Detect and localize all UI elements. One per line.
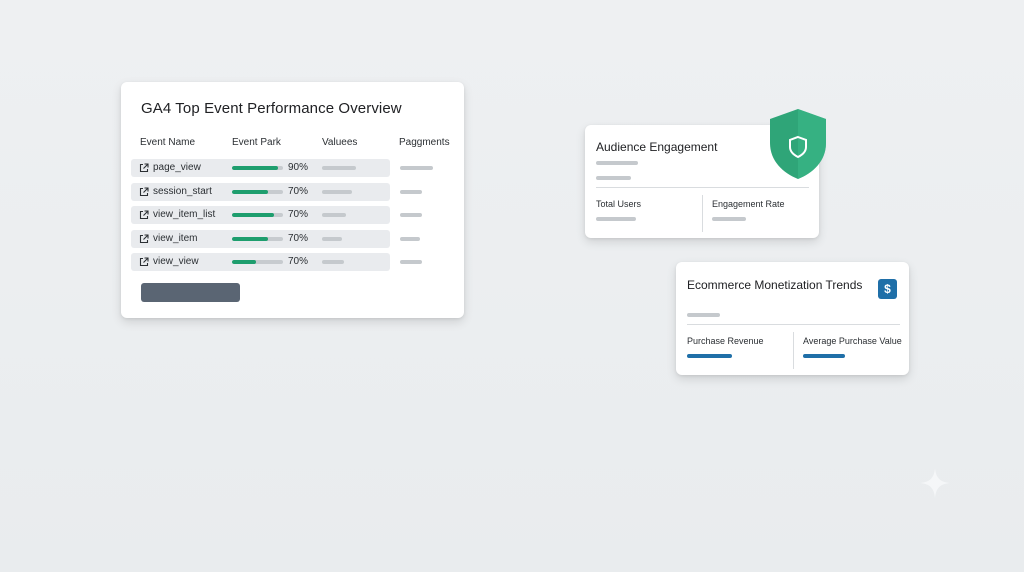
divider	[793, 332, 794, 369]
event-park-bar-fill	[232, 166, 278, 170]
header-valuees: Valuees	[322, 137, 358, 148]
event-park-bar-fill	[232, 189, 268, 194]
average-purchase-value-bar	[803, 354, 845, 358]
total-users-value-placeholder	[596, 217, 636, 221]
engagement-rate-label: Engagement Rate	[712, 199, 785, 209]
event-name: page_view	[153, 162, 201, 173]
paggment-placeholder	[400, 213, 422, 217]
value-placeholder	[322, 260, 344, 264]
external-link-icon[interactable]	[139, 257, 149, 267]
event-performance-title: GA4 Top Event Performance Overview	[141, 100, 402, 117]
placeholder-line	[596, 176, 631, 180]
event-park-percent: 90%	[288, 162, 309, 173]
event-park-bar	[232, 189, 283, 194]
event-park-percent: 70%	[288, 232, 309, 244]
event-park-percent: 70%	[288, 185, 309, 197]
paggment-placeholder	[400, 260, 422, 264]
event-park-bar-fill	[232, 236, 268, 241]
event-name: view_view	[153, 256, 199, 267]
event-name: view_item	[153, 232, 198, 244]
event-park-percent: 70%	[288, 209, 309, 220]
event-park-bar-fill	[232, 260, 256, 264]
external-link-icon[interactable]	[139, 210, 149, 220]
table-row[interactable]: view_view 70%	[131, 253, 451, 271]
action-button[interactable]	[141, 283, 240, 302]
purchase-revenue-value-bar	[687, 354, 732, 358]
table-row[interactable]: view_item_list 70%	[131, 206, 451, 224]
external-link-icon[interactable]	[139, 233, 149, 244]
average-purchase-value-label: Average Purchase Value	[803, 336, 902, 346]
divider	[687, 324, 900, 325]
table-row[interactable]: view_item 70%	[131, 229, 451, 248]
shield-icon	[770, 109, 826, 179]
event-park-bar	[232, 260, 283, 264]
ecommerce-monetization-card: Ecommerce Monetization Trends $ Purchase…	[676, 262, 909, 375]
event-park-bar	[232, 166, 283, 170]
purchase-revenue-label: Purchase Revenue	[687, 336, 764, 346]
value-placeholder	[322, 166, 356, 170]
value-placeholder	[322, 236, 342, 241]
event-name: view_item_list	[153, 209, 216, 220]
event-park-bar-fill	[232, 213, 274, 217]
header-event-park: Event Park	[232, 137, 281, 148]
sparkle-icon	[920, 468, 950, 498]
table-header: Event Name Event Park Valuees Paggments	[121, 137, 464, 151]
header-paggments: Paggments	[399, 137, 450, 148]
page: GA4 Top Event Performance Overview Event…	[0, 0, 1024, 572]
paggment-placeholder	[400, 189, 422, 194]
engagement-rate-value-placeholder	[712, 217, 746, 221]
audience-title: Audience Engagement	[596, 140, 718, 154]
value-placeholder	[322, 189, 352, 194]
event-name: session_start	[153, 185, 212, 197]
external-link-icon[interactable]	[139, 186, 149, 197]
placeholder-line	[596, 161, 638, 165]
table-row[interactable]: page_view 90%	[131, 159, 451, 177]
event-performance-card: GA4 Top Event Performance Overview Event…	[121, 82, 464, 318]
placeholder-line	[687, 313, 720, 317]
event-park-bar	[232, 236, 283, 241]
divider	[702, 195, 703, 232]
paggment-placeholder	[400, 166, 433, 170]
table-row[interactable]: session_start 70%	[131, 182, 451, 201]
event-park-percent: 70%	[288, 256, 309, 267]
dollar-icon: $	[878, 279, 897, 299]
external-link-icon[interactable]	[139, 163, 149, 173]
header-event-name: Event Name	[140, 137, 196, 148]
total-users-label: Total Users	[596, 199, 642, 209]
event-park-bar	[232, 213, 283, 217]
event-rows: page_view 90% session_start 70% view_item_li…	[131, 159, 451, 277]
value-placeholder	[322, 213, 346, 217]
ecommerce-title: Ecommerce Monetization Trends	[687, 278, 863, 292]
divider	[596, 187, 809, 188]
paggment-placeholder	[400, 236, 420, 241]
